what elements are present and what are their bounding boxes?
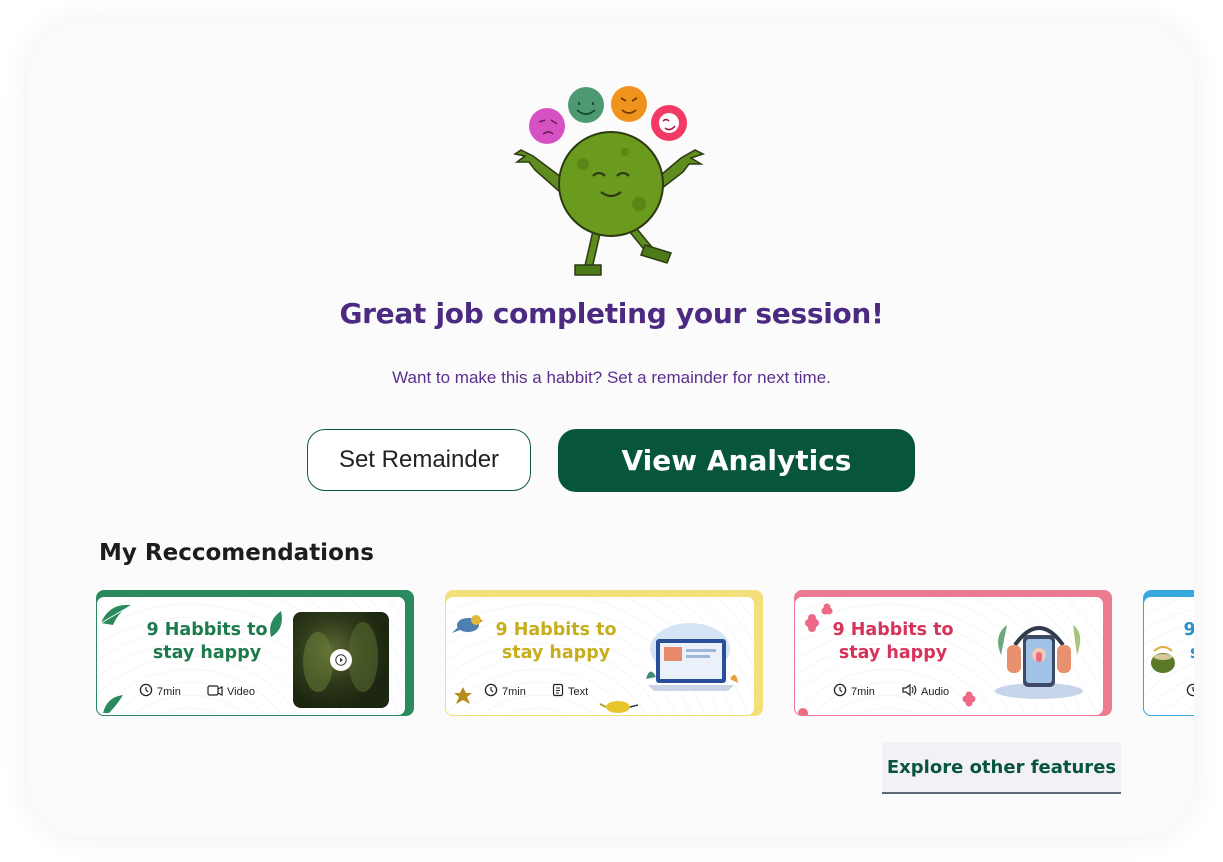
duration-text: 7min: [502, 685, 526, 698]
set-reminder-button[interactable]: Set Remainder: [307, 429, 531, 491]
card-duration: 7min: [484, 683, 526, 700]
mascot-illustration: [513, 86, 705, 276]
type-text: Audio: [921, 685, 950, 698]
card-type: Audio: [901, 683, 949, 700]
clock-icon: [833, 683, 847, 700]
document-icon: [552, 683, 564, 700]
recommendation-card[interactable]: 9 Habbits to stay happy 7min Video: [96, 596, 406, 716]
card-title: 9 Habbits to stay happy: [1164, 619, 1194, 665]
recommendation-card[interactable]: 9 Habbits to stay happy 7min Text: [445, 596, 755, 716]
flower-icon: [962, 691, 976, 707]
type-text: Text: [568, 685, 589, 698]
card-title: 9 Habbits to stay happy: [495, 620, 617, 663]
card-type: Video: [207, 683, 255, 700]
flower-icon: [798, 708, 808, 715]
view-analytics-button[interactable]: View Analytics: [558, 429, 915, 492]
clock-icon: [1186, 683, 1194, 700]
duration-text: 7min: [851, 685, 875, 698]
card-duration: 7min: [833, 683, 875, 700]
recommendations-title: My Reccomendations: [99, 540, 374, 566]
card-title: 9 Habbits to stay happy: [832, 620, 954, 663]
card-duration: 7min: [139, 683, 181, 700]
podcast-illustration: [995, 625, 1083, 699]
laptop-illustration: [646, 623, 738, 691]
card-duration: [1186, 683, 1194, 700]
video-icon: [207, 683, 223, 700]
completion-subtitle: Want to make this a habbit? Set a remain…: [392, 368, 831, 387]
clock-icon: [484, 683, 498, 700]
bird-icon: [599, 701, 639, 713]
recommendation-card[interactable]: 9 Habbits to stay happy 7min Audio: [794, 596, 1104, 716]
recommendations-carousel: 9 Habbits to stay happy 7min Video 9 Hab…: [0, 590, 1194, 730]
card-type: Text: [552, 683, 588, 700]
clock-icon: [139, 683, 153, 700]
play-icon[interactable]: [330, 649, 352, 671]
leaf-icon: [103, 695, 123, 713]
orange-emoji-icon: [611, 86, 647, 122]
recommendation-card[interactable]: 9 Habbits to stay happy: [1143, 596, 1194, 716]
type-text: Video: [227, 685, 255, 698]
video-thumbnail[interactable]: [293, 612, 389, 708]
duration-text: 7min: [157, 685, 181, 698]
pink-emoji-icon: [529, 108, 565, 144]
leaf-icon: [454, 687, 472, 704]
green-emoji-icon: [568, 87, 604, 123]
explore-features-button[interactable]: Explore other features: [882, 742, 1121, 794]
card-title: 9 Habbits to stay happy: [146, 620, 268, 663]
completion-title: Great job completing your session!: [339, 297, 884, 330]
speaker-icon: [901, 683, 917, 700]
